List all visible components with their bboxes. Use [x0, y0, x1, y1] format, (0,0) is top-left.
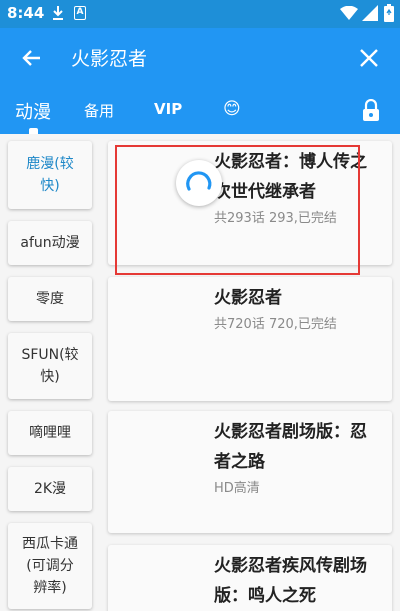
search-title: 火影忍者 [71, 48, 148, 70]
tab-indicator [29, 128, 38, 134]
source-item-dilili[interactable]: 嘀哩哩 [8, 411, 92, 455]
source-item-sfun[interactable]: SFUN(较快) [8, 333, 92, 399]
tab-anime[interactable]: 动漫 [15, 98, 51, 124]
app-bar: 火影忍者 [0, 28, 400, 88]
a-notification-icon: A [74, 6, 86, 20]
spinner-icon [186, 171, 212, 191]
source-item-lingdu[interactable]: 零度 [8, 277, 92, 321]
tab-emoji[interactable]: 😊 [223, 99, 241, 119]
source-label: 西瓜卡通(可调分辨率) [22, 536, 78, 596]
result-card[interactable]: 火影忍者 共720话 720,已完结 [108, 277, 392, 401]
wifi-icon [340, 6, 358, 20]
status-time: 8:44 [7, 4, 45, 22]
source-item-afun[interactable]: afun动漫 [8, 221, 92, 265]
result-title: 火影忍者疾风传剧场版：鸣人之死 [214, 556, 367, 606]
source-label: 2K漫 [33, 481, 67, 497]
close-icon[interactable] [357, 46, 381, 70]
loading-spinner [176, 160, 222, 206]
result-subtitle: 共293话 293,已完结 [214, 211, 337, 226]
result-card[interactable]: 火影忍者：博人传之次世代继承者 共293话 293,已完结 [108, 141, 392, 265]
source-label: 鹿漫(较快) [26, 156, 74, 194]
source-label: 零度 [36, 291, 64, 307]
arrow-left-icon[interactable] [20, 46, 44, 70]
status-bar: 8:44 A [0, 0, 400, 28]
result-subtitle: HD高清 [214, 481, 260, 496]
source-item-xigua[interactable]: 西瓜卡通(可调分辨率) [8, 523, 92, 609]
signal-icon [362, 5, 378, 21]
lock-icon[interactable] [362, 99, 380, 121]
source-item-2kman[interactable]: 2K漫 [8, 467, 92, 511]
tab-backup[interactable]: 备用 [84, 100, 114, 121]
result-subtitle: 共720话 720,已完结 [214, 317, 337, 332]
source-label: SFUN(较快) [21, 347, 79, 385]
tab-vip[interactable]: VIP [154, 100, 182, 118]
result-title: 火影忍者：博人传之次世代继承者 [214, 152, 367, 202]
result-title: 火影忍者剧场版：忍者之路 [214, 422, 367, 472]
source-item-luman[interactable]: 鹿漫(较快) [8, 141, 92, 209]
result-card[interactable]: 火影忍者剧场版：忍者之路 HD高清 [108, 411, 392, 533]
tab-bar: 动漫 备用 VIP 😊 [0, 88, 400, 134]
result-title: 火影忍者 [214, 288, 282, 308]
source-label: 嘀哩哩 [29, 425, 71, 441]
download-icon [53, 6, 63, 20]
battery-icon [384, 4, 394, 22]
source-label: afun动漫 [20, 235, 80, 251]
result-card[interactable]: 火影忍者疾风传剧场版：鸣人之死 [108, 545, 392, 611]
